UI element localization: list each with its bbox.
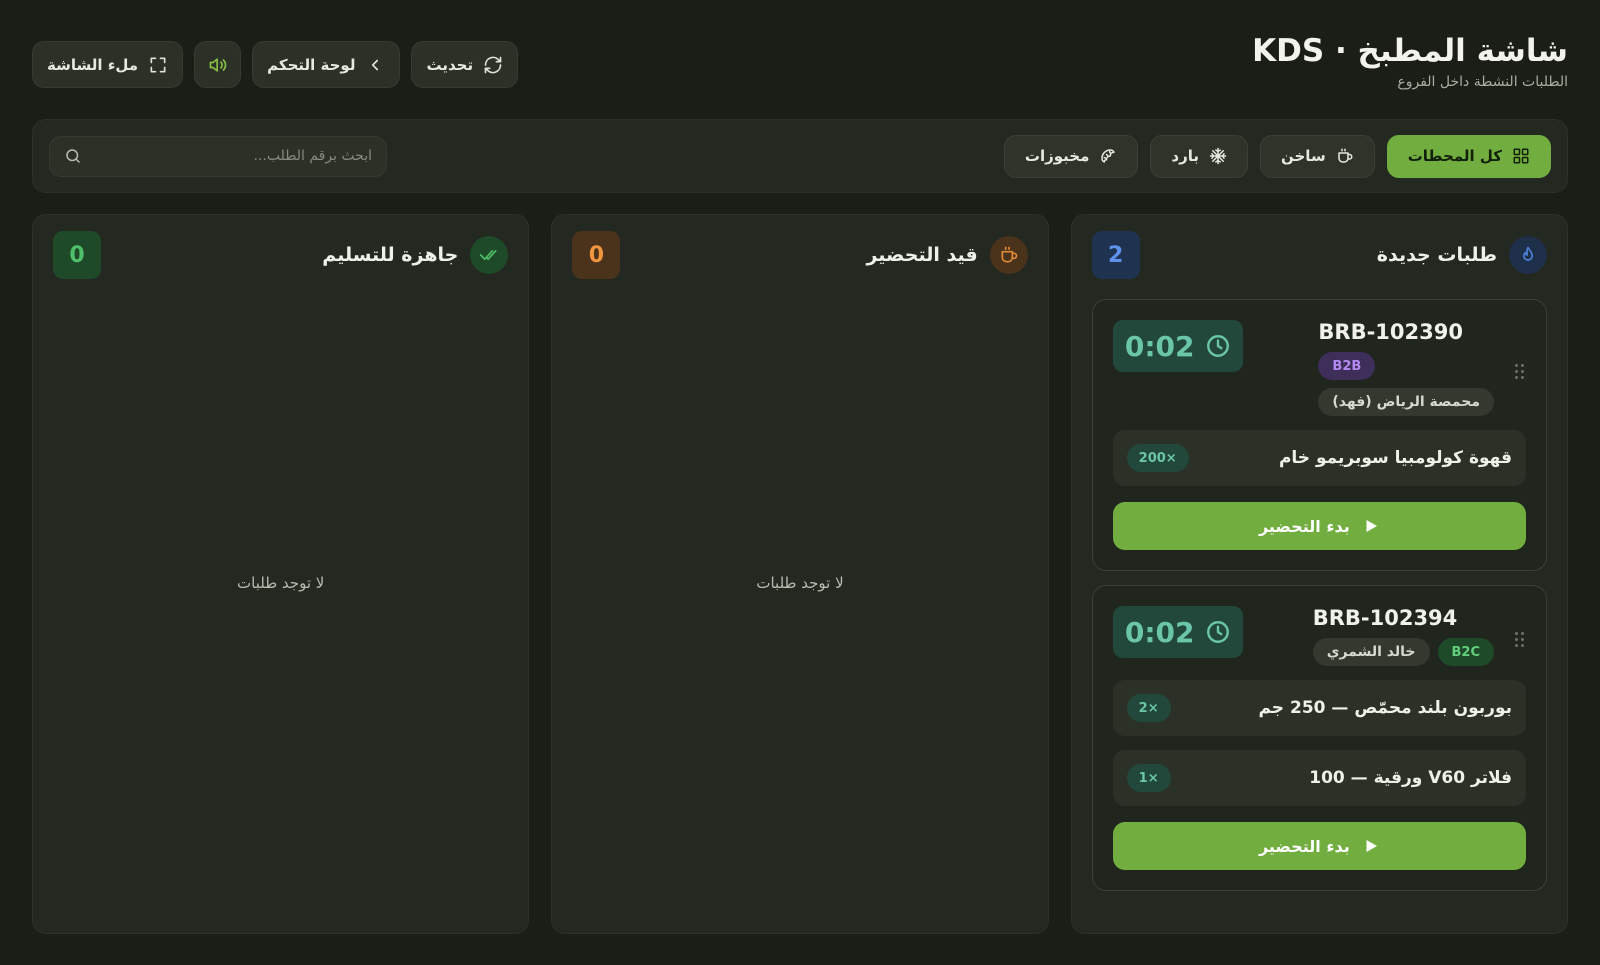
empty-state: لا توجد طلبات bbox=[756, 574, 844, 592]
timer-value: 0:02 bbox=[1124, 329, 1195, 363]
column-count-badge: 0 bbox=[53, 231, 102, 279]
refresh-button[interactable]: تحديث bbox=[411, 41, 519, 88]
search-icon bbox=[64, 147, 82, 165]
column-count-badge: 2 bbox=[1091, 231, 1140, 279]
order-card[interactable]: BRB-102394 B2C خالد الشمري 0:02 بوربون ب… bbox=[1091, 585, 1547, 891]
column-new-orders: طلبات جديدة 2 BRB-102390 B2B محمصة الريا… bbox=[1070, 214, 1568, 934]
order-tags: B2C خالد الشمري bbox=[1312, 638, 1494, 666]
filter-all-label: كل المحطات bbox=[1407, 147, 1502, 165]
column-header: قيد التحضير 0 bbox=[572, 231, 1028, 279]
page-subtitle: الطلبات النشطة داخل الفروع bbox=[1397, 74, 1568, 90]
start-preparing-label: بدء التحضير bbox=[1258, 836, 1350, 856]
order-search[interactable] bbox=[49, 135, 387, 177]
customer-badge: محمصة الرياض (فهد) bbox=[1318, 388, 1494, 416]
dashboard-label: لوحة التحكم bbox=[267, 55, 356, 74]
column-title: جاهزة للتسليم bbox=[322, 244, 459, 266]
search-input[interactable] bbox=[92, 148, 372, 164]
column-preparing: قيد التحضير 0 لا توجد طلبات bbox=[551, 214, 1049, 934]
order-timer: 0:02 bbox=[1112, 320, 1243, 372]
order-id: BRB-102394 bbox=[1312, 606, 1458, 630]
filter-cold-label: بارد bbox=[1171, 147, 1199, 165]
croissant-icon bbox=[1099, 147, 1117, 165]
item-quantity: 200× bbox=[1126, 444, 1189, 472]
station-filters: كل المحطات ساخن بارد مخبوزات bbox=[1003, 134, 1551, 178]
order-type-badge: B2B bbox=[1318, 352, 1376, 380]
dashboard-button[interactable]: لوحة التحكم bbox=[252, 41, 401, 88]
kanban-columns: طلبات جديدة 2 BRB-102390 B2B محمصة الريا… bbox=[32, 214, 1568, 934]
order-item: بوربون بلند محمّص — 250 جم 2× bbox=[1112, 680, 1526, 736]
order-header: BRB-102390 B2B محمصة الرياض (فهد) 0:02 bbox=[1112, 320, 1526, 416]
item-name: بوربون بلند محمّص — 250 جم bbox=[1258, 698, 1512, 718]
chevron-left-icon bbox=[365, 55, 385, 75]
sound-toggle-button[interactable] bbox=[194, 41, 242, 88]
filter-bakery[interactable]: مخبوزات bbox=[1003, 134, 1139, 178]
order-id: BRB-102390 bbox=[1318, 320, 1463, 344]
order-item: قهوة كولومبيا سوبريمو خام 200× bbox=[1112, 430, 1526, 486]
speaker-icon bbox=[208, 55, 228, 75]
timer-value: 0:02 bbox=[1124, 615, 1195, 649]
column-title-group: قيد التحضير bbox=[866, 236, 1028, 274]
play-icon bbox=[1366, 520, 1377, 532]
order-header: BRB-102394 B2C خالد الشمري 0:02 bbox=[1112, 606, 1526, 666]
column-title: طلبات جديدة bbox=[1376, 244, 1497, 266]
order-info: BRB-102394 B2C خالد الشمري bbox=[1312, 606, 1526, 666]
column-title-group: جاهزة للتسليم bbox=[322, 236, 509, 274]
filter-bakery-label: مخبوزات bbox=[1024, 147, 1090, 165]
customer-badge: خالد الشمري bbox=[1312, 638, 1430, 666]
start-preparing-button[interactable]: بدء التحضير bbox=[1112, 502, 1526, 550]
fullscreen-icon bbox=[148, 55, 168, 75]
item-name: فلاتر V60 ورقية — 100 bbox=[1309, 768, 1512, 788]
column-count-badge: 0 bbox=[572, 231, 621, 279]
page-title: شاشة المطبخ · KDS bbox=[1252, 33, 1568, 69]
filter-all-stations[interactable]: كل المحطات bbox=[1386, 134, 1551, 178]
refresh-label: تحديث bbox=[426, 55, 474, 74]
refresh-icon bbox=[483, 55, 503, 75]
cup-icon bbox=[989, 236, 1028, 274]
clock-icon bbox=[1206, 335, 1229, 357]
item-quantity: 2× bbox=[1126, 694, 1171, 722]
play-icon bbox=[1366, 840, 1377, 852]
clock-icon bbox=[1206, 621, 1229, 643]
column-title-group: طلبات جديدة bbox=[1377, 236, 1547, 274]
empty-state: لا توجد طلبات bbox=[237, 574, 325, 592]
order-item: فلاتر V60 ورقية — 100 1× bbox=[1112, 750, 1526, 806]
order-timer: 0:02 bbox=[1112, 606, 1243, 658]
fullscreen-button[interactable]: ملء الشاشة bbox=[32, 41, 184, 88]
order-info: BRB-102390 B2B محمصة الرياض (فهد) bbox=[1318, 320, 1526, 416]
filter-hot-label: ساخن bbox=[1281, 147, 1326, 165]
double-check-icon bbox=[470, 236, 509, 274]
column-header: جاهزة للتسليم 0 bbox=[53, 231, 509, 279]
item-quantity: 1× bbox=[1126, 764, 1171, 792]
column-header: طلبات جديدة 2 bbox=[1091, 231, 1547, 279]
drag-handle-icon[interactable] bbox=[1514, 364, 1524, 380]
grid-icon bbox=[1512, 147, 1530, 165]
snowflake-icon bbox=[1209, 147, 1227, 165]
filter-hot[interactable]: ساخن bbox=[1260, 134, 1375, 178]
order-card[interactable]: BRB-102390 B2B محمصة الرياض (فهد) 0:02 ق… bbox=[1091, 299, 1547, 571]
flame-icon bbox=[1509, 236, 1547, 274]
header-actions: تحديث لوحة التحكم ملء الشاشة bbox=[32, 41, 519, 88]
item-name: قهوة كولومبيا سوبريمو خام bbox=[1278, 448, 1512, 468]
header: شاشة المطبخ · KDS الطلبات النشطة داخل ال… bbox=[32, 30, 1568, 100]
start-preparing-label: بدء التحضير bbox=[1258, 516, 1350, 536]
column-title: قيد التحضير bbox=[866, 244, 978, 266]
filter-bar: كل المحطات ساخن بارد مخبوزات bbox=[32, 119, 1568, 193]
filter-cold[interactable]: بارد bbox=[1150, 134, 1248, 178]
drag-handle-icon[interactable] bbox=[1514, 632, 1524, 648]
title-block: شاشة المطبخ · KDS الطلبات النشطة داخل ال… bbox=[1252, 30, 1568, 90]
cup-icon bbox=[1336, 147, 1354, 165]
order-type-badge: B2C bbox=[1437, 638, 1494, 666]
fullscreen-label: ملء الشاشة bbox=[47, 55, 139, 74]
column-ready: جاهزة للتسليم 0 لا توجد طلبات bbox=[32, 214, 530, 934]
start-preparing-button[interactable]: بدء التحضير bbox=[1112, 822, 1526, 870]
